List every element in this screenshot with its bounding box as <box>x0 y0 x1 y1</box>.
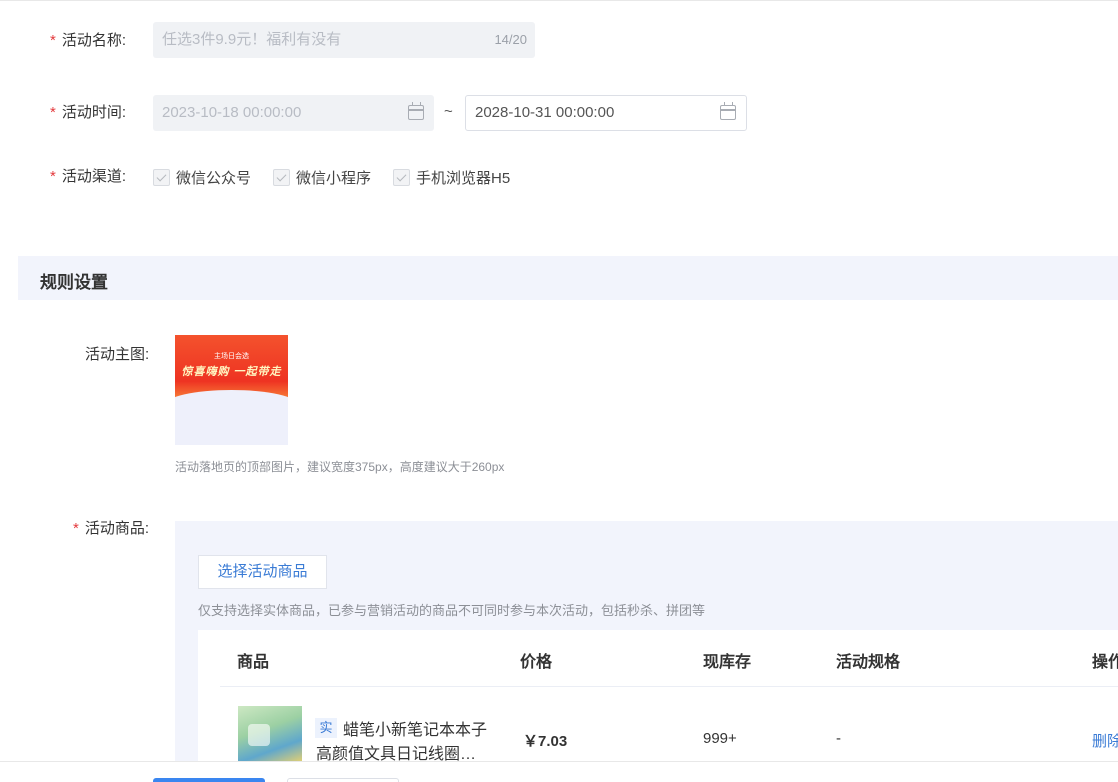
column-header-spec: 活动规格 <box>836 654 901 671</box>
activity-channel-label: * 活动渠道: <box>50 168 127 185</box>
required-mark: * <box>73 520 79 537</box>
select-goods-button[interactable]: 选择活动商品 <box>198 555 327 589</box>
required-mark: * <box>50 168 56 185</box>
goods-table: 商品 价格 现库存 活动规格 操作 实 蜡笔小新笔记本本子 高颜值文具日记线圈…… <box>198 630 1118 782</box>
char-counter: 14/20 <box>494 32 527 47</box>
end-time-input[interactable]: 2028-10-31 00:00:00 <box>465 95 747 131</box>
header-divider <box>220 686 1118 687</box>
checkbox-icon <box>153 169 170 186</box>
activity-name-label: * 活动名称: <box>50 32 127 49</box>
channel-checkbox-wechat-official[interactable]: 微信公众号 <box>153 167 251 188</box>
channel-checkbox-group: 微信公众号 微信小程序 手机浏览器H5 <box>153 167 532 188</box>
column-header-action: 操作 <box>1092 654 1118 671</box>
required-mark: * <box>50 104 56 121</box>
banner-curve <box>175 390 288 420</box>
rules-section-header: 规则设置 <box>18 256 1118 300</box>
banner-image[interactable]: 主场日会选 惊喜嗨购 一起带走 <box>175 335 288 445</box>
banner-big-text: 惊喜嗨购 一起带走 <box>181 366 282 378</box>
channel-checkbox-h5[interactable]: 手机浏览器H5 <box>393 167 510 188</box>
banner-label: 活动主图: <box>85 346 150 363</box>
column-header-goods: 商品 <box>237 654 270 671</box>
section-title: 规则设置 <box>40 273 108 292</box>
calendar-icon <box>720 102 736 120</box>
activity-name-input[interactable]: 任选3件9.9元！福利有没有 14/20 <box>153 22 535 58</box>
column-header-stock: 现库存 <box>703 654 752 671</box>
physical-goods-tag: 实 <box>315 718 337 738</box>
channel-checkbox-wechat-miniprogram[interactable]: 微信小程序 <box>273 167 371 188</box>
submit-button[interactable] <box>153 778 265 782</box>
goods-label: * 活动商品: <box>73 520 150 537</box>
required-mark: * <box>50 32 56 49</box>
time-separator: ~ <box>444 103 453 120</box>
delete-link[interactable]: 删除 <box>1092 730 1118 751</box>
banner-small-text: 主场日会选 <box>214 353 249 360</box>
goods-hint: 仅支持选择实体商品，已参与营销活动的商品不可同时参与本次活动，包括秒杀、拼团等 <box>198 603 706 618</box>
checkbox-icon <box>393 169 411 186</box>
product-spec: - <box>836 730 841 747</box>
banner-hint: 活动落地页的顶部图片，建议宽度375px，高度建议大于260px <box>175 460 505 474</box>
product-price: ￥7.03 <box>523 733 568 750</box>
cancel-button[interactable] <box>287 778 399 782</box>
start-time-input[interactable]: 2023-10-18 00:00:00 <box>153 95 434 131</box>
product-stock: 999+ <box>703 730 737 747</box>
top-divider <box>0 0 1118 1</box>
product-thumbnail <box>238 706 302 764</box>
column-header-price: 价格 <box>520 654 553 671</box>
calendar-icon <box>408 102 424 120</box>
checkbox-icon <box>273 169 291 186</box>
product-name-line1: 蜡笔小新笔记本本子 <box>343 722 488 739</box>
activity-time-label: * 活动时间: <box>50 104 127 121</box>
